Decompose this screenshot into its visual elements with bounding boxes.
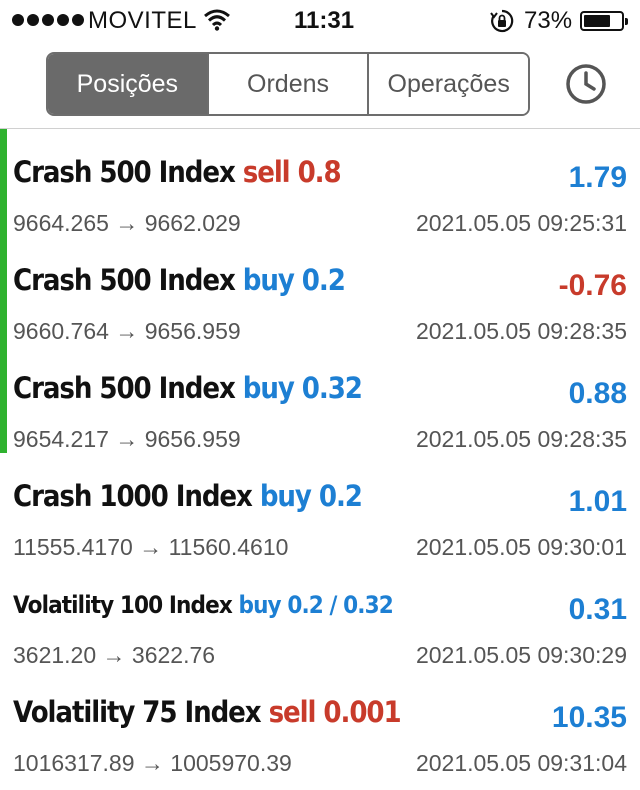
position-profit: 0.31 (568, 593, 627, 626)
position-profit: 1.79 (568, 161, 627, 194)
position-row[interactable]: Crash 500 Index sell 0.8 1.79 9664.265 → 9… (0, 129, 640, 237)
trade-side: sell (242, 155, 291, 189)
arrow-icon: → (140, 750, 164, 776)
status-bar: MOVITEL 11:31 73% (0, 0, 640, 40)
status-time: 11:31 (294, 7, 355, 34)
trade-volume: 0.001 (323, 695, 401, 729)
open-position-marker (0, 345, 7, 453)
price-range: 9664.265 → 9662.029 (13, 210, 241, 237)
open-price: 11555.4170 (13, 534, 133, 560)
open-time: 2021.05.05 09:25:31 (415, 210, 627, 236)
arrow-icon: → (115, 318, 139, 344)
position-profit: -0.76 (558, 269, 627, 302)
trade-side: buy (259, 479, 312, 513)
trade-volume: 0.2 / 0.32 (287, 591, 393, 619)
position-title: Crash 500 Index buy 0.2 (13, 263, 346, 297)
symbol-name: Crash 500 Index (13, 263, 236, 297)
current-price: 9656.959 (144, 318, 241, 344)
price-range: 9660.764 → 9656.959 (13, 318, 241, 345)
trade-volume: 0.8 (297, 155, 342, 189)
trade-side: buy (242, 371, 295, 405)
symbol-name: Crash 1000 Index (13, 479, 253, 513)
battery-percent: 73% (524, 7, 573, 34)
current-price: 9656.959 (144, 426, 241, 452)
open-price: 3621.20 (13, 642, 97, 668)
price-range: 11555.4170 → 11560.4610 (13, 534, 288, 561)
position-row[interactable]: Crash 500 Index buy 0.2 -0.76 9660.764 → 9… (0, 237, 640, 345)
battery-icon (580, 11, 628, 31)
position-profit: 1.01 (568, 485, 627, 518)
tab-positions[interactable]: Posições (48, 54, 209, 114)
open-price: 9654.217 (13, 426, 109, 452)
open-position-marker (0, 129, 7, 237)
position-row[interactable]: Crash 500 Index buy 0.32 0.88 9654.217 → 9… (0, 345, 640, 453)
position-title: Crash 500 Index buy 0.32 (13, 371, 363, 405)
symbol-name: Crash 500 Index (13, 155, 236, 189)
symbol-name: Volatility 75 Index (13, 695, 262, 729)
position-title: Volatility 75 Index sell 0.001 (13, 695, 402, 729)
price-range: 1016317.89 → 1005970.39 (13, 750, 292, 777)
current-price: 1005970.39 (170, 750, 292, 776)
arrow-icon: → (139, 534, 163, 560)
clock-icon (566, 64, 606, 104)
symbol-name: Volatility 100 Index (13, 591, 233, 619)
trade-side: buy (242, 263, 295, 297)
position-profit: 0.88 (568, 377, 627, 410)
symbol-name: Crash 500 Index (13, 371, 236, 405)
current-price: 9662.029 (144, 210, 241, 236)
trade-volume: 0.2 (301, 263, 346, 297)
open-time: 2021.05.05 09:28:35 (415, 426, 627, 452)
open-position-marker (0, 237, 7, 345)
position-row[interactable]: Volatility 100 Index buy 0.2 / 0.32 0.31 3… (0, 561, 640, 669)
carrier-name: MOVITEL (88, 7, 197, 34)
signal-strength-icon (12, 14, 84, 26)
open-time: 2021.05.05 09:30:01 (415, 534, 627, 560)
position-title: Crash 1000 Index buy 0.2 (13, 479, 363, 513)
open-time: 2021.05.05 09:30:29 (415, 642, 627, 668)
open-price: 9660.764 (13, 318, 109, 344)
current-price: 11560.4610 (168, 534, 289, 560)
wifi-icon (204, 9, 230, 36)
price-range: 9654.217 → 9656.959 (13, 426, 241, 453)
open-time: 2021.05.05 09:28:35 (415, 318, 627, 344)
position-profit: 10.35 (551, 701, 627, 734)
positions-list: Crash 500 Index sell 0.8 1.79 9664.265 → 9… (0, 129, 640, 777)
trade-volume: 0.32 (301, 371, 363, 405)
open-time: 2021.05.05 09:31:04 (415, 750, 627, 776)
position-row[interactable]: Volatility 75 Index sell 0.001 10.35 10163… (0, 669, 640, 777)
arrow-icon: → (115, 426, 139, 452)
tab-orders[interactable]: Ordens (208, 54, 370, 114)
position-row[interactable]: Crash 1000 Index buy 0.2 1.01 11555.4170 →… (0, 453, 640, 561)
position-title: Volatility 100 Index buy 0.2 / 0.32 (13, 591, 394, 619)
history-button[interactable] (564, 62, 608, 106)
position-title: Crash 500 Index sell 0.8 (13, 155, 342, 189)
trade-side: buy (238, 591, 282, 619)
current-price: 3622.76 (131, 642, 216, 668)
rotation-lock-icon (490, 9, 514, 38)
trade-volume: 0.2 (318, 479, 363, 513)
arrow-icon: → (102, 642, 126, 668)
trade-side: sell (268, 695, 317, 729)
tab-operations[interactable]: Operações (369, 54, 528, 114)
open-price: 9664.265 (13, 210, 109, 236)
price-range: 3621.20 → 3622.76 (13, 642, 215, 669)
arrow-icon: → (115, 210, 139, 236)
tab-bar: Posições Ordens Operações (46, 52, 530, 116)
open-price: 1016317.89 (13, 750, 135, 776)
